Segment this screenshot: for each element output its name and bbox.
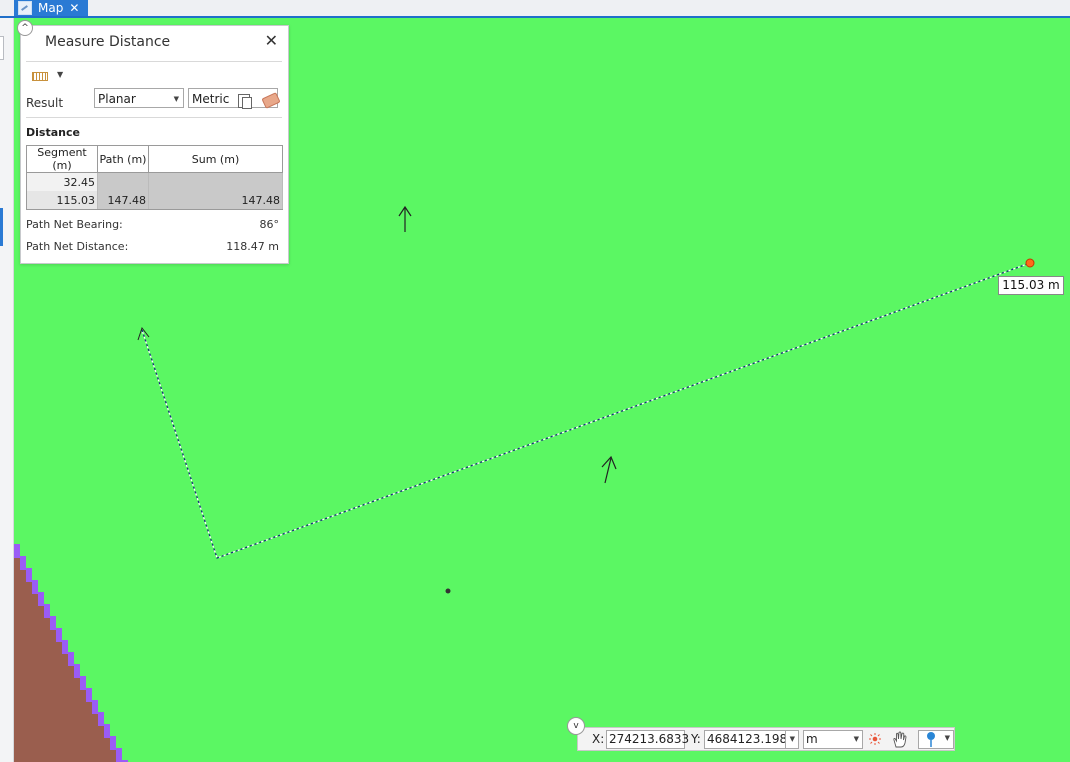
chevron-down-icon[interactable]: ▼ — [57, 70, 63, 79]
path-cell: 147.48 — [97, 191, 149, 210]
close-icon[interactable]: ✕ — [265, 31, 278, 50]
close-icon[interactable]: ✕ — [69, 1, 79, 15]
net-distance-value: 118.47 m — [226, 240, 279, 253]
collapse-panel-button[interactable]: ^ — [17, 20, 33, 36]
pin-icon[interactable]: ▼ — [918, 730, 954, 749]
column-header[interactable]: Path (m) — [97, 145, 149, 173]
bearing-label: Path Net Bearing: — [26, 218, 123, 231]
y-label: Y: — [691, 732, 701, 746]
tab-strip: Map ✕ — [0, 0, 1070, 18]
path-end-point — [1025, 258, 1035, 268]
table-header-row: Segment (m) Path (m) Sum (m) — [26, 145, 283, 173]
distance-section-label: Distance — [26, 126, 80, 139]
divider — [26, 117, 282, 118]
coordinate-bar: X: 274213.6833 Y: 4684123.1989 ▼ m ▼ ▼ — [577, 727, 955, 751]
pin-glyph — [927, 732, 935, 747]
chevron-down-icon: ▼ — [944, 734, 950, 742]
measurement-path-white — [141, 262, 1031, 559]
bearing-row: Path Net Bearing: 86° — [26, 218, 279, 231]
hand-icon[interactable] — [892, 731, 908, 748]
map-icon — [18, 1, 32, 15]
net-distance-row: Path Net Distance: 118.47 m — [26, 240, 279, 253]
coordinate-format-dropdown[interactable]: ▼ — [785, 730, 799, 749]
left-gutter — [0, 18, 14, 762]
chevron-down-icon: ▼ — [789, 735, 795, 743]
measurement-path — [141, 262, 1031, 559]
north-arrow-icon — [398, 205, 412, 232]
x-label: X: — [592, 732, 605, 746]
chevron-down-icon: ▼ — [173, 95, 179, 103]
gutter-active-marker — [0, 208, 3, 246]
result-label: Result — [26, 96, 64, 110]
panel-title: Measure Distance — [45, 34, 171, 50]
coordinate-bar-toggle[interactable]: v — [567, 717, 585, 735]
measure-mode-select[interactable]: Planar ▼ — [94, 88, 184, 108]
tab-map-label: Map — [38, 1, 64, 15]
tab-map[interactable]: Map ✕ — [14, 0, 88, 16]
gutter-handle[interactable] — [0, 36, 4, 60]
table-row[interactable]: 32.45 — [26, 172, 283, 191]
path-start-arrow — [137, 326, 150, 341]
distance-table: Segment (m) Path (m) Sum (m) 32.45 115.0… — [26, 145, 283, 210]
segment-length-label: 115.03 m — [998, 276, 1064, 295]
sum-cell — [148, 172, 283, 191]
terrain-brown — [14, 558, 116, 762]
map-point — [445, 588, 451, 594]
unit-select[interactable]: m ▼ — [803, 730, 863, 749]
path-cell — [97, 172, 149, 191]
y-coordinate-value: 4684123.1989 — [707, 732, 795, 746]
ruler-icon[interactable] — [32, 72, 48, 81]
sum-cell: 147.48 — [148, 191, 283, 210]
segment-cell: 115.03 — [26, 191, 98, 210]
net-distance-label: Path Net Distance: — [26, 240, 129, 253]
table-row[interactable]: 115.03 147.48 147.48 — [26, 191, 283, 210]
measure-distance-panel: Measure Distance ✕ ▼ Planar ▼ Metric ▼ R… — [20, 25, 289, 264]
unit-value: m — [806, 732, 818, 746]
column-header[interactable]: Segment (m) — [26, 145, 98, 173]
x-coordinate-field[interactable]: 274213.6833 — [606, 730, 689, 749]
north-arrow-icon — [601, 455, 617, 484]
measure-unit-value: Metric — [192, 92, 230, 106]
measure-options-row: ▼ Planar ▼ Metric ▼ — [26, 61, 282, 108]
chevron-down-icon: ▼ — [853, 735, 859, 743]
column-header[interactable]: Sum (m) — [148, 145, 283, 173]
copy-icon[interactable] — [238, 94, 252, 109]
bearing-value: 86° — [259, 218, 280, 231]
sun-icon[interactable] — [869, 733, 881, 745]
measure-mode-value: Planar — [98, 92, 136, 106]
segment-cell: 32.45 — [26, 172, 98, 191]
